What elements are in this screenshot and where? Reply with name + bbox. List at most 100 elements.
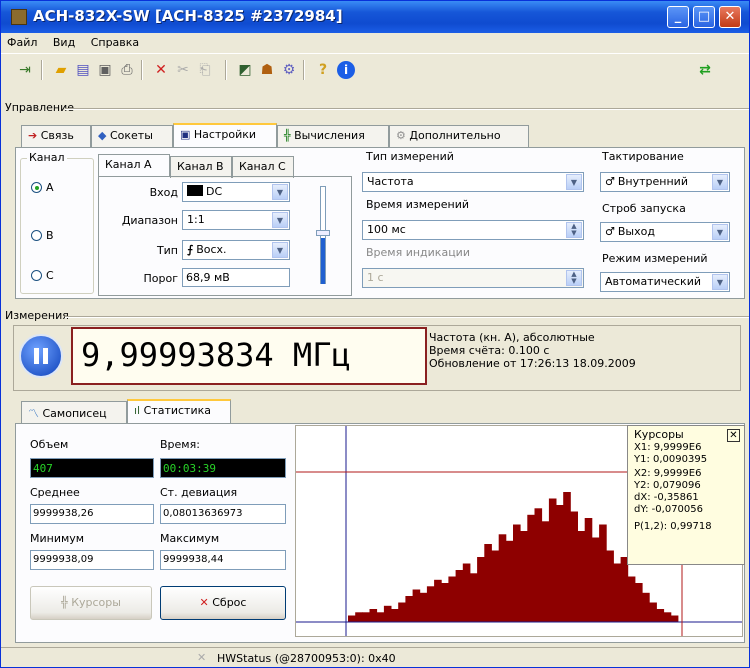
ind-time-spinner[interactable]: 1 с ▲ ▼ — [362, 268, 584, 288]
type-select[interactable]: ⨍ Восх. ▼ — [182, 240, 290, 260]
chevron-down-icon[interactable]: ▼ — [712, 224, 728, 240]
radio-channel-a[interactable]: A — [31, 181, 54, 194]
menu-view[interactable]: Вид — [47, 33, 81, 49]
spinner-icon[interactable]: ▲ ▼ — [566, 222, 582, 238]
control-section-label: Управление — [5, 101, 75, 114]
toolbar: ⇥ ▰ ▤ ▣ ⎙ ✕ ✂ ⎗ ◩ ☗ ⚙ ? i ⇄ — [1, 53, 749, 101]
histogram-bar — [426, 586, 435, 623]
max-value: 9999938,44 — [160, 550, 286, 570]
chevron-down-icon[interactable]: ▼ — [712, 174, 728, 190]
meas-time-spinner[interactable]: 100 мс ▲ ▼ — [362, 220, 584, 240]
clock-select[interactable]: ♂ Внутренний ▼ — [600, 172, 730, 192]
disconnected-icon: ✕ — [197, 651, 207, 664]
cut-icon[interactable]: ✂ — [173, 60, 193, 80]
measurements-section-label: Измерения — [5, 309, 69, 322]
chevron-down-icon[interactable]: ▼ — [566, 174, 582, 190]
time-label: Время: — [160, 438, 200, 451]
close-icon[interactable]: ✕ — [727, 429, 740, 442]
strobe-label: Строб запуска — [600, 202, 688, 215]
spinner-icon[interactable]: ▲ ▼ — [566, 270, 582, 286]
save-icon[interactable]: ▤ — [73, 60, 93, 80]
print-icon[interactable]: ⎙ — [117, 60, 137, 80]
close-button[interactable]: ✕ — [719, 6, 741, 28]
min-value: 9999938,09 — [30, 550, 154, 570]
histogram-bar — [577, 531, 586, 622]
tab-connection[interactable]: ➔ Связь — [21, 125, 91, 147]
tab-recorder[interactable]: 〽 Самописец — [21, 401, 127, 423]
histogram-bar — [484, 544, 492, 622]
chevron-down-icon[interactable]: ▼ — [712, 274, 728, 290]
tab-channel-a[interactable]: Канал A — [98, 154, 170, 176]
cursor-line: X2: 9,9999E6 — [634, 468, 702, 479]
histogram-bar — [498, 534, 507, 623]
toolbar-separator — [303, 60, 305, 80]
cursor-line: dX: -0,35861 — [634, 492, 699, 503]
histogram-bar — [606, 550, 614, 622]
time-value: 00:03:39 — [160, 458, 286, 478]
toolbar-separator — [141, 60, 143, 80]
pause-button[interactable] — [19, 334, 63, 378]
info-icon[interactable]: i — [337, 61, 355, 79]
tab-statistics[interactable]: ıl Статистика — [127, 399, 231, 423]
input-select[interactable]: DC ▼ — [182, 182, 290, 202]
open-folder-icon[interactable]: ▰ — [51, 60, 71, 80]
menu-file[interactable]: Файл — [1, 33, 43, 49]
radio-channel-c[interactable]: C — [31, 269, 54, 282]
histogram-bar — [670, 615, 679, 622]
exit-icon[interactable]: ⇥ — [15, 60, 35, 80]
histogram-bar — [362, 612, 370, 623]
tab-channel-b[interactable]: Канал B — [170, 156, 232, 178]
mode-select[interactable]: Автоматический ▼ — [600, 272, 730, 292]
histogram-bar — [642, 592, 650, 623]
strobe-select[interactable]: ♂ Выход ▼ — [600, 222, 730, 242]
strobe-icon: ♂ — [605, 225, 615, 238]
layout-icon[interactable]: ◩ — [235, 60, 255, 80]
minimize-button[interactable]: _ — [667, 6, 689, 28]
meas-type-select[interactable]: Частота ▼ — [362, 172, 584, 192]
paste-icon[interactable]: ⎗ — [195, 60, 215, 80]
tab-sockets[interactable]: ◆ Сокеты — [91, 125, 173, 147]
reset-button[interactable]: ✕ Сброс — [160, 586, 286, 620]
tab-additional[interactable]: ⚙ Дополнительно — [389, 125, 529, 147]
print-preview-icon[interactable]: ▣ — [95, 60, 115, 80]
cursors-button[interactable]: ╬ Курсоры — [30, 586, 152, 620]
tab-calculations[interactable]: ╬ Вычисления — [277, 125, 389, 147]
histogram-bar — [599, 524, 607, 622]
histogram-bar — [355, 612, 363, 623]
maximize-button[interactable]: □ — [693, 6, 715, 28]
tab-settings[interactable]: ▣ Настройки — [173, 123, 277, 147]
histogram-bar — [649, 602, 657, 622]
chevron-down-icon[interactable]: ▼ — [272, 242, 288, 258]
menu-help[interactable]: Справка — [85, 33, 145, 49]
meas-type-label: Тип измерений — [364, 150, 456, 163]
histogram-bar — [534, 508, 543, 623]
mean-label: Среднее — [30, 486, 80, 499]
chevron-down-icon[interactable]: ▼ — [272, 184, 288, 200]
threshold-label: Порог — [143, 272, 179, 285]
delete-icon[interactable]: ✕ — [151, 60, 171, 80]
type-label: Тип — [156, 244, 178, 257]
histogram-bar — [591, 537, 600, 622]
histogram-bar — [663, 612, 672, 623]
radio-channel-b[interactable]: B — [31, 229, 54, 242]
threshold-field[interactable]: 68,9 мВ — [182, 268, 290, 287]
users-icon[interactable]: ☗ — [257, 60, 277, 80]
calculations-icon: ╬ — [284, 129, 291, 142]
meas-time-label: Время измерений — [364, 198, 472, 211]
range-label: Диапазон — [121, 214, 178, 227]
histogram-bar — [548, 498, 557, 622]
tab-channel-c[interactable]: Канал C — [232, 156, 294, 178]
tools-icon[interactable]: ⚙ — [279, 60, 299, 80]
histogram-bar — [448, 576, 456, 622]
histogram-bar — [348, 615, 356, 622]
threshold-slider-thumb[interactable] — [316, 230, 330, 236]
radio-dot — [31, 230, 42, 241]
range-select[interactable]: 1:1 ▼ — [182, 210, 290, 230]
help-icon[interactable]: ? — [313, 60, 333, 80]
title-bar[interactable]: АСН-832X-SW [АСН-8325 #2372984] _ □ ✕ — [1, 1, 749, 33]
info-line: Частота (кн. А), абсолютные — [429, 331, 595, 344]
settings-panel: Канал A B C Канал A Канал B Канал C Вход… — [15, 147, 745, 299]
refresh-icon[interactable]: ⇄ — [695, 60, 715, 80]
cursors-icon: ╬ — [61, 596, 68, 609]
chevron-down-icon[interactable]: ▼ — [272, 212, 288, 228]
